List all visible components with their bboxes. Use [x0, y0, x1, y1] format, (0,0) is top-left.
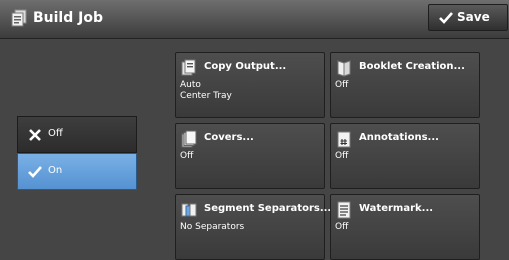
watermark-button[interactable]: Watermark... Off [330, 194, 480, 260]
booklet-creation-button[interactable]: Booklet Creation... Off [330, 52, 480, 118]
covers-icon [181, 130, 197, 148]
tile-value: Auto Center Tray [180, 80, 232, 101]
off-label: Off [48, 128, 63, 139]
on-label: On [48, 165, 63, 176]
segment-separators-icon [181, 203, 197, 217]
checkmark-icon [439, 12, 453, 24]
checkmark-icon [28, 166, 42, 178]
x-icon [29, 129, 41, 141]
tile-title: Copy Output... [204, 61, 287, 72]
save-button[interactable]: Save [428, 4, 508, 31]
copy-output-icon [181, 59, 196, 76]
tile-title: Booklet Creation... [359, 61, 465, 72]
tile-value: No Separators [180, 222, 245, 232]
segment-separators-button[interactable]: Segment Separators... No Separators [175, 194, 331, 260]
annotations-icon [337, 131, 351, 148]
on-option[interactable]: On [17, 153, 137, 190]
page-title: Build Job [33, 10, 103, 26]
tile-value: Off [180, 151, 194, 161]
tile-title: Covers... [204, 132, 254, 143]
tile-title: Watermark... [359, 203, 434, 214]
build-job-icon [11, 9, 27, 27]
title-bar: Build Job Save [0, 0, 509, 39]
off-option[interactable]: Off [17, 116, 137, 153]
copy-output-button[interactable]: Copy Output... Auto Center Tray [175, 52, 325, 118]
annotations-button[interactable]: Annotations... Off [330, 123, 480, 189]
save-label: Save [457, 10, 490, 24]
tile-title: Segment Separators... [204, 203, 332, 214]
covers-button[interactable]: Covers... Off [175, 123, 325, 189]
booklet-icon [337, 60, 351, 77]
main-panel: Off On Copy Output... Auto Center Tray B… [0, 39, 509, 260]
tile-value: Off [335, 222, 349, 232]
tile-value: Off [335, 80, 349, 90]
tile-title: Annotations... [359, 132, 439, 143]
tile-value: Off [335, 151, 349, 161]
watermark-icon [337, 201, 351, 219]
